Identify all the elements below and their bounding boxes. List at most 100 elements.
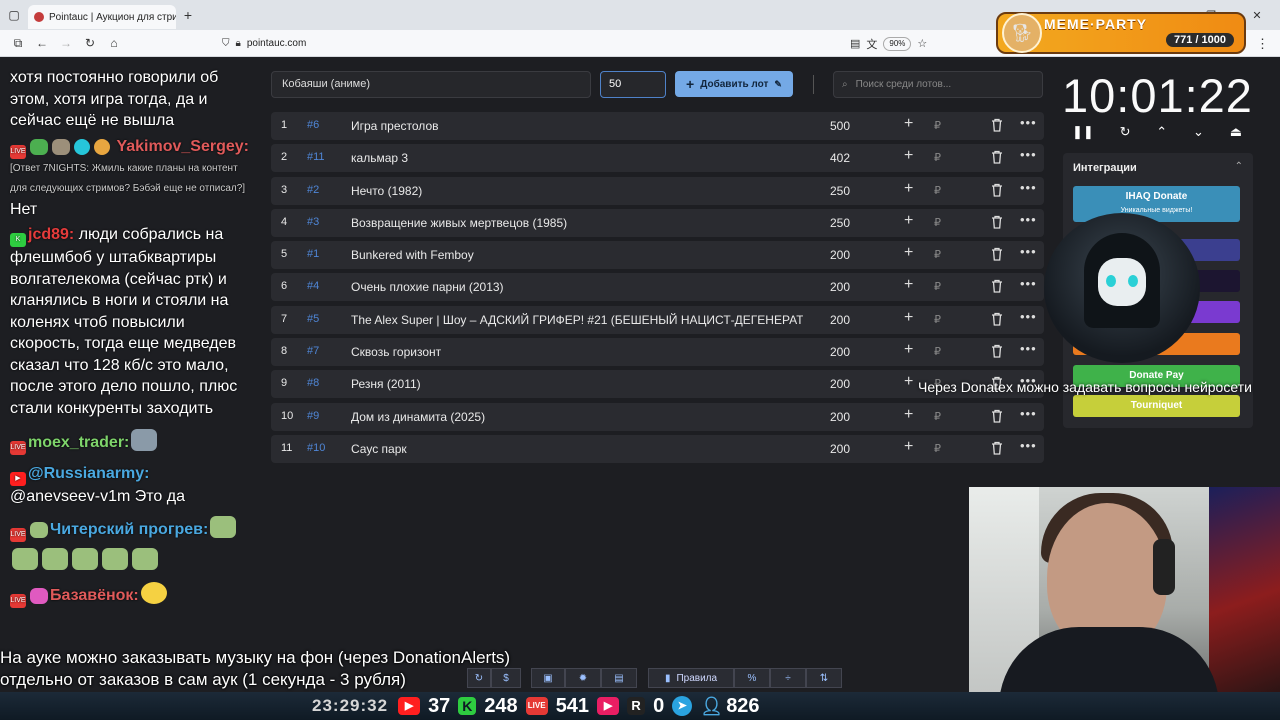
add-amount-icon[interactable]: + — [904, 373, 913, 391]
new-tab-icon[interactable]: + — [176, 7, 200, 23]
chevron-up-icon[interactable]: ⌃ — [1235, 161, 1243, 172]
viewers-icon: 👤︎ — [700, 696, 724, 716]
trash-icon[interactable] — [991, 118, 1003, 132]
translate-icon[interactable]: 文 — [866, 36, 877, 52]
lot-amount[interactable]: 200 — [830, 345, 870, 359]
add-amount-icon[interactable]: + — [904, 244, 913, 262]
home-icon[interactable]: ⌂ — [102, 36, 126, 50]
lot-amount[interactable]: 500 — [830, 119, 870, 133]
lot-amount[interactable]: 250 — [830, 184, 870, 198]
add-lot-button[interactable]: + Добавить лот ✎ — [675, 71, 793, 97]
back-icon[interactable]: ← — [30, 36, 54, 50]
more-icon[interactable]: ••• — [1020, 309, 1037, 324]
add-amount-icon[interactable]: + — [904, 147, 913, 165]
lot-name[interactable]: Очень плохие парни (2013) — [351, 280, 803, 294]
clear-icon[interactable]: ▤ — [601, 668, 637, 688]
bug-icon[interactable]: ✹ — [565, 668, 601, 688]
bookmark-star-icon[interactable]: ☆ — [917, 37, 927, 50]
add-amount-icon[interactable]: + — [904, 276, 913, 294]
browser-tab[interactable]: Pointauc | Аукцион для стримера ✕ — [28, 5, 176, 29]
save-icon[interactable]: ▣ — [531, 668, 565, 688]
currency-icon: ₽ — [934, 313, 941, 326]
lot-row: 4 #3 Возвращение живых мертвецов (1985) 250… — [271, 208, 1044, 237]
more-icon[interactable]: ••• — [1020, 406, 1037, 421]
browser-menu-icon[interactable]: ⋮ — [1256, 36, 1269, 52]
more-icon[interactable]: ••• — [1020, 212, 1037, 227]
integration-button[interactable]: Tourniquet — [1073, 395, 1240, 417]
trash-icon[interactable] — [991, 344, 1003, 358]
lot-amount[interactable]: 250 — [830, 216, 870, 230]
lot-name[interactable]: Возвращение живых мертвецов (1985) — [351, 216, 803, 230]
reset-icon[interactable]: ↻ — [1120, 124, 1131, 140]
more-icon[interactable]: ••• — [1020, 276, 1037, 291]
reader-mode-icon[interactable]: ▤ — [850, 37, 860, 50]
lot-name[interactable]: Саус парк — [351, 442, 803, 456]
lot-name[interactable]: кальмар 3 — [351, 151, 803, 165]
add-amount-icon[interactable]: + — [904, 180, 913, 198]
window-menu-icon[interactable]: ▢ — [0, 0, 28, 30]
zoom-level[interactable]: 90% — [883, 36, 912, 51]
trash-icon[interactable] — [991, 150, 1003, 164]
site-info-icon[interactable]: ⛉ — [222, 38, 230, 49]
percent-icon[interactable]: % — [734, 668, 770, 688]
chat-message: LIVE moex_trader: — [10, 429, 252, 455]
trash-icon[interactable] — [991, 215, 1003, 229]
add-amount-icon[interactable]: + — [904, 309, 913, 327]
split-icon[interactable]: ÷ — [770, 668, 806, 688]
lot-name[interactable]: Bunkered with Femboy — [351, 248, 803, 262]
auction-timer: 10:01:22 — [1062, 69, 1253, 122]
lot-amount[interactable]: 200 — [830, 377, 870, 391]
pause-icon[interactable]: ❚❚ — [1072, 124, 1094, 140]
lot-id: #2 — [307, 183, 320, 196]
more-icon[interactable]: ••• — [1020, 115, 1037, 130]
trash-icon[interactable] — [991, 183, 1003, 197]
lot-amount[interactable]: 200 — [830, 410, 870, 424]
rules-button[interactable]: ▮ Правила — [648, 668, 734, 688]
lot-name[interactable]: Нечто (1982) — [351, 184, 803, 198]
lot-amount[interactable]: 402 — [830, 151, 870, 165]
more-icon[interactable]: ••• — [1020, 341, 1037, 356]
chevron-up-icon[interactable]: ⌃ — [1156, 124, 1167, 140]
chat-message: Нет — [10, 200, 38, 218]
lot-amount[interactable]: 200 — [830, 442, 870, 456]
lot-search-input[interactable]: ⌕ Поиск среди лотов... — [833, 71, 1043, 98]
add-amount-icon[interactable]: + — [904, 341, 913, 359]
sidebar-toggle-icon[interactable]: ⧉ — [6, 36, 30, 51]
add-amount-icon[interactable]: + — [904, 438, 913, 456]
more-icon[interactable]: ••• — [1020, 147, 1037, 162]
lot-name[interactable]: Игра престолов — [351, 119, 803, 133]
lot-row: 5 #1 Bunkered with Femboy 200 + ₽ ••• — [271, 241, 1044, 270]
checkmark-emote-icon — [30, 138, 48, 155]
currency-icon: ₽ — [934, 152, 941, 165]
forward-icon[interactable]: → — [54, 36, 78, 50]
reload-icon[interactable]: ↻ — [78, 36, 102, 50]
trash-icon[interactable] — [991, 409, 1003, 423]
add-lot-label: Добавить лот — [700, 78, 769, 90]
chat-message: хотя постоянно говорили об этом, хотя иг… — [10, 69, 219, 129]
trash-icon[interactable] — [991, 279, 1003, 294]
add-amount-icon[interactable]: + — [904, 115, 913, 133]
integration-label: IHAQ Donate — [1125, 191, 1188, 202]
lot-name[interactable]: Резня (2011) — [351, 377, 803, 391]
chevron-down-icon[interactable]: ⌄ — [1193, 124, 1204, 140]
trash-icon[interactable] — [991, 247, 1003, 261]
lot-name[interactable]: Дом из динамита (2025) — [351, 410, 803, 424]
more-icon[interactable]: ••• — [1020, 180, 1037, 195]
lot-amount[interactable]: 200 — [830, 248, 870, 262]
trash-icon[interactable] — [991, 441, 1003, 455]
sort-icon[interactable]: ⇅ — [806, 668, 842, 688]
add-amount-icon[interactable]: + — [904, 406, 913, 424]
lot-name-input[interactable]: Кобаяши (аниме) — [271, 71, 591, 98]
lot-amount[interactable]: 200 — [830, 313, 870, 327]
more-icon[interactable]: ••• — [1020, 244, 1037, 259]
add-amount-icon[interactable]: + — [904, 212, 913, 230]
lot-amount-input[interactable]: 50 — [600, 71, 666, 98]
lot-name[interactable]: The Alex Super | Шоу – АДСКИЙ ГРИФЕР! #2… — [351, 313, 803, 327]
collapse-icon[interactable]: ⏏ — [1230, 124, 1242, 140]
more-icon[interactable]: ••• — [1020, 438, 1037, 453]
address-bar[interactable]: ⛉ 🔒︎ pointauc.com — [222, 38, 952, 49]
lot-amount[interactable]: 200 — [830, 280, 870, 294]
chat-overlay: хотя постоянно говорили об этом, хотя иг… — [0, 57, 262, 657]
trash-icon[interactable] — [991, 312, 1003, 326]
lot-name[interactable]: Сквозь горизонт — [351, 345, 803, 359]
